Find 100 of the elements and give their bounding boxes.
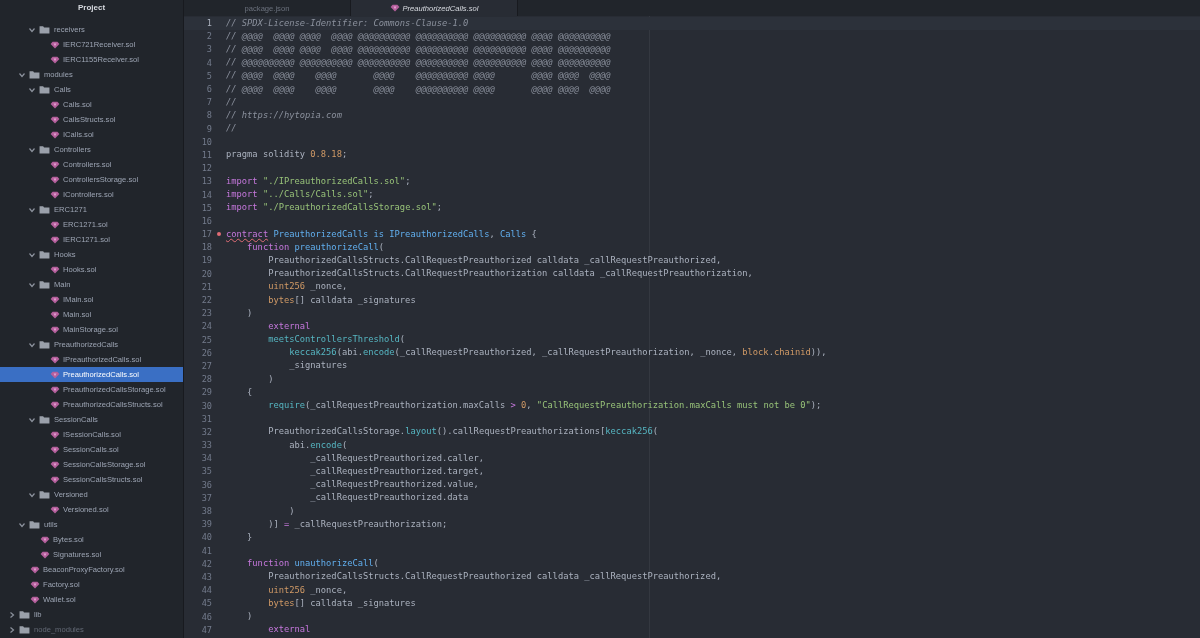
gem-icon <box>50 355 60 364</box>
code-line: import "./IPreauthorizedCalls.sol"; <box>226 174 411 188</box>
line-number: 14 <box>201 189 212 200</box>
gem-icon <box>50 40 60 49</box>
line-number: 7 <box>206 97 212 108</box>
gem-icon <box>50 310 60 319</box>
line-number: 22 <box>201 295 212 306</box>
line-number: 31 <box>201 413 212 424</box>
code-line: ) <box>246 306 253 320</box>
line-number: 18 <box>201 242 212 253</box>
line-number: 29 <box>201 387 212 398</box>
gem-icon <box>50 160 60 169</box>
line-number: 12 <box>201 163 212 174</box>
line-number: 11 <box>201 149 212 160</box>
line-number: 26 <box>201 347 212 358</box>
code-line: PreauthorizedCallsStructs.CallRequestPreauthorization calldata _callRequestPreauthorization, <box>267 267 753 281</box>
chevron-icon[interactable] <box>28 340 36 349</box>
code-line: function preauthorizeCall( <box>246 240 385 254</box>
folder-icon <box>29 70 40 79</box>
code-line: _signatures <box>288 359 348 373</box>
chevron-icon[interactable] <box>18 520 26 529</box>
chevron-icon[interactable] <box>28 205 36 214</box>
line-number: 13 <box>201 176 212 187</box>
chevron-icon[interactable] <box>28 490 36 499</box>
code-line: // @@@@ @@@@ @@@@ @@@@ @@@@@@@@@@ @@@@ @@@@ @@@@ @@@@ <box>226 69 611 83</box>
code-line: ) <box>267 372 274 386</box>
gem-icon <box>50 295 60 304</box>
folder-icon <box>39 280 50 289</box>
line-number: 34 <box>201 453 212 464</box>
line-number: 19 <box>201 255 212 266</box>
code-line: // @@@@ @@@@ @@@@ @@@@ @@@@@@@@@@ @@@@@@@@@@ @@@@@@@@@@ @@@@ @@@@@@@@@@ <box>226 29 611 43</box>
code-line: import "../Calls/Calls.sol"; <box>226 188 374 202</box>
code-line: ) <box>246 610 253 624</box>
code-line: external <box>267 319 311 333</box>
code-line: )] = _callRequestPreauthorization; <box>267 517 448 531</box>
gem-icon <box>50 430 60 439</box>
gem-icon <box>50 115 60 124</box>
line-number: 45 <box>201 598 212 609</box>
gem-icon <box>40 535 50 544</box>
line-number: 9 <box>206 123 212 134</box>
code-line: require(_callRequestPreauthorization.maxCalls > 0, "CallRequestPreauthorization.maxCalls must not be 0"); <box>267 399 822 413</box>
folder-icon <box>19 625 30 634</box>
line-number: 44 <box>201 585 212 596</box>
code-line: // @@@@ @@@@ @@@@ @@@@ @@@@@@@@@@ @@@@@@@@@@ @@@@@@@@@@ @@@@ @@@@@@@@@@ <box>226 42 611 56</box>
chevron-icon[interactable] <box>28 250 36 259</box>
gem-icon <box>50 55 60 64</box>
chevron-icon[interactable] <box>28 25 36 34</box>
folder-icon <box>39 85 50 94</box>
folder-icon <box>39 340 50 349</box>
chevron-icon[interactable] <box>28 415 36 424</box>
line-number: 20 <box>201 268 212 279</box>
folder-icon <box>39 25 50 34</box>
code-line: // @@@@@@@@@@ @@@@@@@@@@ @@@@@@@@@@ @@@@@@@@@@ @@@@@@@@@@ @@@@ @@@@@@@@@@ <box>226 56 611 70</box>
code-line: function unauthorizeCall( <box>246 557 379 571</box>
gem-icon <box>50 400 60 409</box>
code-line: bytes[] calldata _signatures <box>267 596 416 610</box>
line-number: 23 <box>201 308 212 319</box>
code-line: { <box>246 385 253 399</box>
line-number: 2 <box>206 31 212 42</box>
code-line: uint256 _nonce, <box>267 280 348 294</box>
code-line: PreauthorizedCallsStorage.layout().callRequestPreauthorizations[keccak256( <box>267 425 658 439</box>
panel-title: Project <box>76 2 107 14</box>
code-line: pragma solidity 0.8.18; <box>226 148 348 162</box>
line-number: 43 <box>201 571 212 582</box>
gem-icon <box>50 505 60 514</box>
line-number: 36 <box>201 479 212 490</box>
folder-icon <box>19 610 30 619</box>
folder-icon <box>39 145 50 154</box>
code-line: uint256 _nonce, <box>267 583 348 597</box>
line-number: 3 <box>206 44 212 55</box>
gem-icon <box>30 595 40 604</box>
folder-icon <box>39 205 50 214</box>
code-line: // <box>226 122 237 136</box>
code-line: // https://hytopia.com <box>226 108 342 122</box>
code-line: _callRequestPreauthorized.caller, <box>309 451 485 465</box>
line-number: 30 <box>201 400 212 411</box>
code-line: _callRequestPreauthorized.data <box>309 491 469 505</box>
code-line: PreauthorizedCallsStructs.CallRequestPreauthorized calldata _callRequestPreauthorized, <box>267 570 722 584</box>
gem-icon <box>50 190 60 199</box>
line-number: 47 <box>201 624 212 635</box>
chevron-icon[interactable] <box>28 280 36 289</box>
gem-icon <box>50 235 60 244</box>
folder-icon <box>39 490 50 499</box>
gem-icon <box>50 385 60 394</box>
line-number: 4 <box>206 57 212 68</box>
code-line: import "./PreauthorizedCallsStorage.sol"; <box>226 201 442 215</box>
code-line: meetsControllersThreshold( <box>267 333 406 347</box>
line-number: 46 <box>201 611 212 622</box>
gem-icon <box>50 265 60 274</box>
line-number: 33 <box>201 440 212 451</box>
code-line: } <box>246 530 253 544</box>
code-line: // SPDX-License-Identifier: Commons-Clause-1.0 <box>226 16 469 30</box>
gem-icon <box>50 325 60 334</box>
chevron-icon[interactable] <box>28 145 36 154</box>
line-number: 8 <box>206 110 212 121</box>
line-number: 6 <box>206 84 212 95</box>
folder-icon <box>29 520 40 529</box>
gem-icon <box>50 100 60 109</box>
line-number: 37 <box>201 492 212 503</box>
gem-icon <box>30 580 40 589</box>
